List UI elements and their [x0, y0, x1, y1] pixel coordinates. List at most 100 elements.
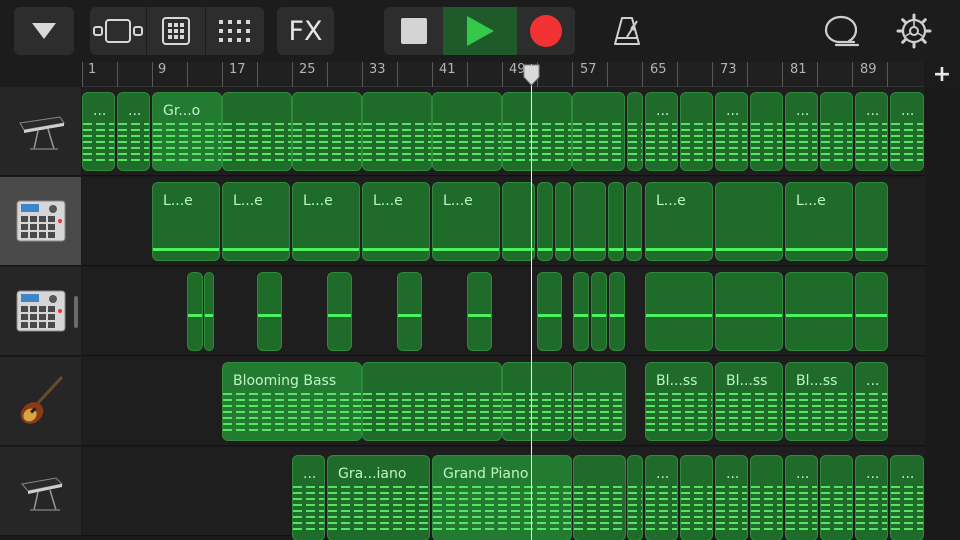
track-header-drum-machine-1[interactable] [0, 177, 81, 266]
region[interactable]: Bl...ss [715, 362, 783, 441]
region[interactable] [222, 92, 292, 171]
settings-button[interactable] [885, 7, 943, 55]
region[interactable]: ... [890, 92, 924, 171]
track-header-grand-piano[interactable] [0, 447, 81, 536]
loop-browser-button[interactable] [812, 7, 870, 55]
region[interactable]: Bl...ss [785, 362, 853, 441]
region[interactable] [715, 272, 783, 351]
region[interactable]: L...e [432, 182, 500, 261]
track-lane-grand-piano[interactable]: ... Gra...iano Grand Piano ... ... ... .… [82, 447, 925, 540]
region[interactable] [573, 272, 589, 351]
region[interactable] [397, 272, 422, 351]
region[interactable] [573, 182, 606, 261]
region[interactable]: L...e [785, 182, 853, 261]
region[interactable] [502, 362, 572, 441]
region[interactable] [555, 182, 571, 261]
region[interactable]: ... [117, 92, 150, 171]
region[interactable] [626, 182, 642, 261]
region[interactable] [750, 455, 783, 540]
bar-number: 73 [720, 62, 737, 77]
region[interactable]: ... [82, 92, 115, 171]
bar-ruler[interactable]: 1 9 17 25 33 41 49 57 65 73 81 89 [82, 62, 960, 87]
region[interactable] [187, 272, 203, 351]
region[interactable] [327, 272, 352, 351]
track-lane-drum-machine-1[interactable]: L...e L...e L...e L...e L...e L...e L...… [82, 177, 925, 266]
region[interactable]: L...e [645, 182, 713, 261]
region[interactable] [467, 272, 492, 351]
ruler-corner [0, 62, 82, 87]
track-lane-bass[interactable]: Blooming Bass Bl...ss Bl...ss Bl...ss ..… [82, 357, 925, 446]
region[interactable]: ... [785, 455, 818, 540]
track-header-drum-machine-2[interactable] [0, 267, 81, 356]
region[interactable] [572, 92, 625, 171]
region[interactable]: ... [855, 455, 888, 540]
tracks-view-button[interactable] [90, 7, 146, 55]
region[interactable]: Grand Piano [432, 455, 572, 540]
live-loops-grid-button[interactable] [147, 7, 205, 55]
region[interactable]: L...e [222, 182, 290, 261]
track-lane-drum-machine-2[interactable] [82, 267, 925, 356]
playhead-handle-icon[interactable] [523, 64, 540, 86]
region[interactable] [645, 272, 713, 351]
drum-machine-icon [16, 200, 65, 242]
play-button[interactable] [443, 7, 517, 55]
region[interactable] [573, 362, 626, 441]
region[interactable] [257, 272, 282, 351]
region[interactable] [537, 182, 553, 261]
bar-number: 89 [860, 62, 877, 77]
region[interactable]: ... [855, 362, 888, 441]
region[interactable]: L...e [292, 182, 360, 261]
region[interactable] [591, 272, 607, 351]
region[interactable] [362, 362, 502, 441]
region[interactable] [680, 455, 713, 540]
grand-piano-icon [20, 477, 63, 511]
region[interactable] [609, 272, 625, 351]
region[interactable] [820, 455, 853, 540]
region[interactable]: L...e [152, 182, 220, 261]
add-track-button[interactable]: + [924, 62, 960, 87]
region[interactable]: ... [890, 455, 924, 540]
fx-button[interactable]: FX [277, 7, 334, 55]
region[interactable] [715, 182, 783, 261]
metronome-button[interactable] [598, 7, 656, 55]
record-button[interactable] [517, 7, 575, 55]
stop-button[interactable] [384, 7, 443, 55]
region[interactable] [855, 272, 888, 351]
region[interactable] [750, 92, 783, 171]
region[interactable] [537, 272, 562, 351]
region[interactable]: L...e [362, 182, 430, 261]
region[interactable] [432, 92, 502, 171]
region[interactable]: Gr...o [152, 92, 222, 171]
track-header-bass[interactable] [0, 357, 81, 446]
region[interactable] [680, 92, 713, 171]
region[interactable]: ... [292, 455, 325, 540]
region[interactable]: ... [715, 92, 748, 171]
region[interactable] [627, 92, 643, 171]
region[interactable]: Blooming Bass [222, 362, 362, 441]
region[interactable]: ... [715, 455, 748, 540]
region[interactable]: Bl...ss [645, 362, 713, 441]
track-list-scrollbar[interactable] [74, 296, 78, 328]
region[interactable] [855, 182, 888, 261]
region[interactable] [627, 455, 643, 540]
region[interactable] [502, 92, 572, 171]
region[interactable] [608, 182, 624, 261]
playhead-line[interactable] [531, 64, 532, 540]
region[interactable] [573, 455, 626, 540]
region[interactable]: ... [855, 92, 888, 171]
my-songs-button[interactable] [14, 7, 74, 55]
metronome-icon [614, 17, 640, 45]
region[interactable] [362, 92, 432, 171]
region[interactable] [292, 92, 362, 171]
track-header-keyboard[interactable] [0, 87, 81, 176]
region[interactable]: ... [645, 92, 678, 171]
region[interactable] [785, 272, 853, 351]
stop-icon [400, 18, 427, 44]
region[interactable]: ... [645, 455, 678, 540]
region[interactable]: ... [785, 92, 818, 171]
region[interactable] [204, 272, 214, 351]
region[interactable]: Gra...iano [327, 455, 430, 540]
dots-grid-button[interactable] [206, 7, 264, 55]
region[interactable] [820, 92, 853, 171]
track-lane-keyboard[interactable]: ... ... Gr...o ... ... ... ... ... [82, 87, 925, 176]
